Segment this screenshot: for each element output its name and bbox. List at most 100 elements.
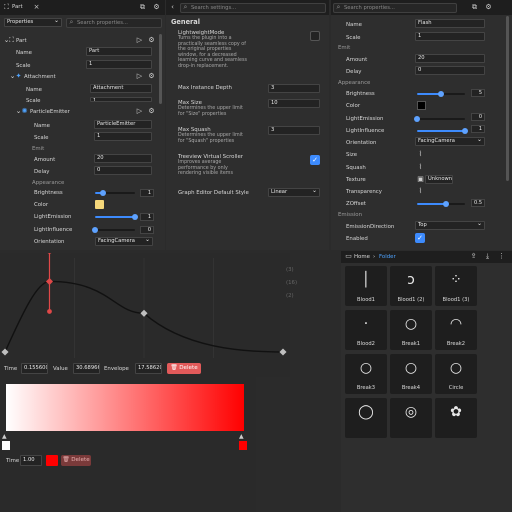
back-arrow-icon[interactable]: ‹	[169, 4, 176, 11]
copy-icon[interactable]: ⧉	[139, 4, 146, 11]
download-icon[interactable]: ⤓	[484, 253, 491, 260]
curve-graph[interactable]	[0, 253, 290, 363]
prop-name-field[interactable]: Flash	[415, 19, 485, 28]
play-icon[interactable]: ▷	[136, 37, 143, 44]
gear-icon[interactable]: ⚙	[153, 4, 160, 11]
gradient-color-swatch[interactable]	[46, 455, 58, 466]
gear-icon[interactable]: ⚙	[148, 73, 155, 80]
close-icon[interactable]: ×	[33, 4, 40, 11]
prop-texture-field[interactable]: Unknown	[425, 175, 453, 184]
emitter-orientation-select[interactable]: FacingCamera	[95, 236, 153, 246]
prop-emit-section[interactable]: Emit	[338, 45, 350, 51]
attachment-name-field[interactable]: Attachment	[90, 84, 152, 93]
prop-brightness-slider[interactable]	[417, 91, 465, 97]
appearance-section-header[interactable]: Appearance	[32, 180, 64, 186]
prop-lightemission-value[interactable]: 0	[471, 113, 485, 121]
gear-icon[interactable]: ⚙	[148, 37, 155, 44]
prop-emissiondirection-select[interactable]: Top	[415, 220, 485, 230]
emitter-delay-field[interactable]: 0	[94, 166, 152, 175]
emit-section-header[interactable]: Emit	[32, 146, 44, 152]
prop-enabled-checkbox[interactable]: ✓	[415, 233, 425, 243]
prop-scale-field[interactable]: 1	[415, 32, 485, 41]
prop-lightinfluence-value[interactable]: 1	[471, 125, 485, 133]
gear-icon[interactable]: ⚙	[148, 108, 155, 115]
upload-icon[interactable]: ⇪	[470, 253, 477, 260]
prop-lightemission-slider[interactable]	[414, 116, 465, 122]
filter-select[interactable]: Properties	[4, 17, 62, 27]
gear-icon[interactable]: ⚙	[485, 4, 492, 11]
gradient-preview[interactable]	[6, 384, 244, 431]
asset-tile[interactable]: · Blood2	[345, 310, 387, 350]
emitter-lightinfluence-slider[interactable]	[92, 227, 135, 233]
asset-tile[interactable]: ◎	[390, 398, 432, 438]
breadcrumb-home[interactable]: Home	[354, 254, 370, 260]
emitter-lightinfluence-value[interactable]: 0	[140, 226, 154, 234]
prop-orientation-select[interactable]: FacingCamera	[415, 136, 485, 146]
envelope-field[interactable]: 17.58620	[135, 363, 162, 374]
prop-lightinfluence-slider[interactable]	[417, 128, 468, 134]
settings-search-input[interactable]: Search settings...	[180, 3, 326, 13]
asset-tile[interactable]: ⁘ Blood1 (3)	[435, 266, 477, 306]
prop-delay-field[interactable]: 0	[415, 66, 485, 75]
explorer-search-input[interactable]: Search properties...	[66, 18, 162, 28]
delete-keyframe-button[interactable]: 🗑 Delete	[167, 363, 201, 374]
emitter-scale-field[interactable]: 1	[94, 132, 152, 141]
setting-checkbox[interactable]: ✓	[310, 155, 320, 165]
setting-select[interactable]: Linear	[268, 187, 320, 197]
asset-tile[interactable]: ↄ Blood1 (2)	[390, 266, 432, 306]
gradient-end-marker[interactable]: ▲	[239, 433, 247, 441]
keyframe-point[interactable]	[45, 277, 54, 286]
asset-tile[interactable]: ○ Break4	[390, 354, 432, 394]
graph-icon[interactable]: ⌇	[417, 151, 424, 158]
emitter-name-field[interactable]: ParticleEmitter	[94, 120, 152, 129]
tab-part[interactable]: Part	[12, 4, 23, 10]
prop-color-swatch[interactable]	[417, 101, 426, 110]
play-icon[interactable]: ▷	[136, 108, 143, 115]
properties-search-input[interactable]: Search properties...	[333, 3, 457, 13]
asset-tile[interactable]: ◯	[345, 398, 387, 438]
emitter-lightemission-value[interactable]: 1	[140, 213, 154, 221]
gradient-time-field[interactable]: 1.00	[20, 455, 42, 466]
prop-appearance-section[interactable]: Appearance	[338, 80, 370, 86]
explorer-scrollbar[interactable]	[159, 34, 162, 104]
graph-icon[interactable]: ⌇	[417, 188, 424, 195]
image-icon[interactable]: ▣	[417, 176, 424, 183]
setting-checkbox[interactable]	[310, 31, 320, 41]
value-field[interactable]: 30.68966	[73, 363, 100, 374]
asset-tile[interactable]: ○ Circle	[435, 354, 477, 394]
menu-icon[interactable]: ⋮	[498, 253, 505, 260]
gradient-start-stop[interactable]	[2, 441, 10, 450]
play-icon[interactable]: ▷	[136, 73, 143, 80]
setting-number-field[interactable]: 10	[268, 99, 320, 108]
tree-attachment[interactable]: Attachment	[24, 74, 56, 80]
tree-root-part[interactable]: Part	[16, 38, 27, 44]
keyframe-point[interactable]	[1, 348, 9, 356]
prop-emission-section[interactable]: Emission	[338, 212, 362, 218]
emitter-brightness-value[interactable]: 1	[140, 189, 154, 197]
asset-tile[interactable]: ○ Break3	[345, 354, 387, 394]
tree-particle-emitter[interactable]: ParticleEmitter	[30, 109, 70, 115]
gradient-delete-button[interactable]: 🗑 Delete	[61, 455, 91, 466]
part-name-field[interactable]: Part	[86, 47, 152, 56]
asset-tile[interactable]: │ Blood1	[345, 266, 387, 306]
emitter-brightness-slider[interactable]	[95, 190, 135, 196]
graph-icon[interactable]: ⌇	[417, 164, 424, 171]
copy-icon[interactable]: ⧉	[471, 4, 478, 11]
prop-brightness-value[interactable]: 5	[471, 89, 485, 97]
keyframe-point[interactable]	[279, 348, 287, 356]
attachment-scale-field[interactable]: 1	[90, 97, 152, 102]
prop-amount-field[interactable]: 20	[415, 54, 485, 63]
setting-number-field[interactable]: 3	[268, 126, 320, 135]
time-field[interactable]: 0.155600	[21, 363, 48, 374]
prop-zoffset-value[interactable]: 0.5	[471, 199, 485, 207]
gradient-end-stop[interactable]	[239, 441, 247, 450]
properties-scrollbar[interactable]	[506, 16, 509, 181]
asset-tile[interactable]: ◠ Break2	[435, 310, 477, 350]
emitter-color-swatch[interactable]	[95, 200, 104, 209]
setting-number-field[interactable]: 3	[268, 84, 320, 93]
asset-tile[interactable]: ○ Break1	[390, 310, 432, 350]
emitter-lightemission-slider[interactable]	[95, 214, 138, 220]
tangent-handle-top[interactable]	[47, 253, 52, 254]
gradient-start-marker[interactable]: ▲	[2, 433, 10, 441]
prop-zoffset-slider[interactable]	[417, 201, 465, 207]
